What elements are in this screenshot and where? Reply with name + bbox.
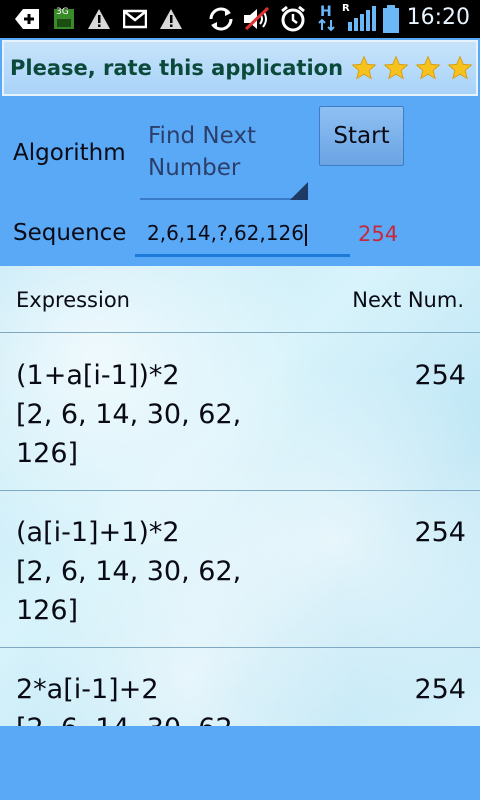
spinner-underline — [140, 198, 306, 200]
battery-icon — [380, 5, 402, 33]
dropdown-triangle-icon — [290, 182, 308, 200]
expression-sequence: [2, 6, 14, 30, 62, — [16, 709, 306, 726]
status-bar: 3G H R 16:20 — [0, 0, 480, 38]
mail-icon — [122, 6, 148, 32]
volume-muted-icon — [240, 6, 272, 32]
list-item[interactable]: (a[i-1]+1)*2 [2, 6, 14, 30, 62, 126] 254 — [0, 491, 480, 648]
row-next-number: 254 — [414, 674, 466, 705]
expression-formula: (a[i-1]+1)*2 — [16, 517, 180, 548]
star-icon[interactable] — [383, 55, 409, 81]
network-3g-label: 3G — [56, 7, 69, 17]
row-expression: (a[i-1]+1)*2 [2, 6, 14, 30, 62, 126] — [16, 513, 306, 630]
list-item[interactable]: (1+a[i-1])*2 [2, 6, 14, 30, 62, 126] 254 — [0, 334, 480, 491]
sync-icon — [206, 6, 236, 32]
expression-sequence: [2, 6, 14, 30, 62, 126] — [16, 556, 242, 626]
rate-app-banner[interactable]: Please, rate this application — [2, 40, 480, 96]
list-item[interactable]: 2*a[i-1]+2 [2, 6, 14, 30, 62, 254 — [0, 648, 480, 726]
roaming-label: R — [342, 3, 350, 14]
row-expression: 2*a[i-1]+2 [2, 6, 14, 30, 62, — [16, 670, 306, 726]
algorithm-value: Find Next Number — [148, 123, 257, 181]
results-list[interactable]: Expression Next Num. (1+a[i-1])*2 [2, 6,… — [0, 266, 480, 726]
star-icon[interactable] — [415, 55, 441, 81]
row-expression: (1+a[i-1])*2 [2, 6, 14, 30, 62, 126] — [16, 356, 306, 473]
warning-icon — [86, 6, 112, 32]
sequence-result: 254 — [358, 222, 399, 246]
row-next-number: 254 — [414, 517, 466, 548]
rate-app-text: Please, rate this application — [10, 56, 344, 80]
sequence-input[interactable]: 2,6,14,?,62,126 — [135, 218, 350, 256]
star-icon[interactable] — [447, 55, 473, 81]
start-button[interactable]: Start — [319, 106, 404, 166]
alarm-icon — [278, 5, 308, 32]
expression-sequence: [2, 6, 14, 30, 62, 126] — [16, 399, 242, 469]
star-icon[interactable] — [351, 55, 377, 81]
header-expression: Expression — [16, 288, 130, 312]
text-cursor — [304, 223, 307, 246]
hplus-data-icon: H — [316, 4, 340, 32]
expression-formula: (1+a[i-1])*2 — [16, 360, 180, 391]
sequence-label: Sequence — [13, 220, 127, 246]
row-next-number: 254 — [414, 360, 466, 391]
network-3g-icon: 3G — [52, 6, 76, 32]
algorithm-label: Algorithm — [13, 140, 126, 166]
algorithm-spinner[interactable]: Find Next Number — [138, 118, 308, 200]
controls-panel: Algorithm Find Next Number Start Sequenc… — [0, 98, 480, 266]
expression-formula: 2*a[i-1]+2 — [16, 674, 159, 705]
warning-icon — [158, 6, 184, 32]
add-icon — [12, 6, 42, 32]
rating-stars[interactable] — [351, 55, 480, 81]
header-next-number: Next Num. — [352, 288, 464, 312]
sequence-value: 2,6,14,?,62,126 — [147, 221, 304, 245]
signal-icon: R — [342, 3, 376, 32]
bottom-bar — [0, 726, 480, 800]
results-header: Expression Next Num. — [0, 266, 480, 333]
clock: 16:20 — [406, 5, 470, 30]
sequence-input-underline — [135, 254, 350, 257]
